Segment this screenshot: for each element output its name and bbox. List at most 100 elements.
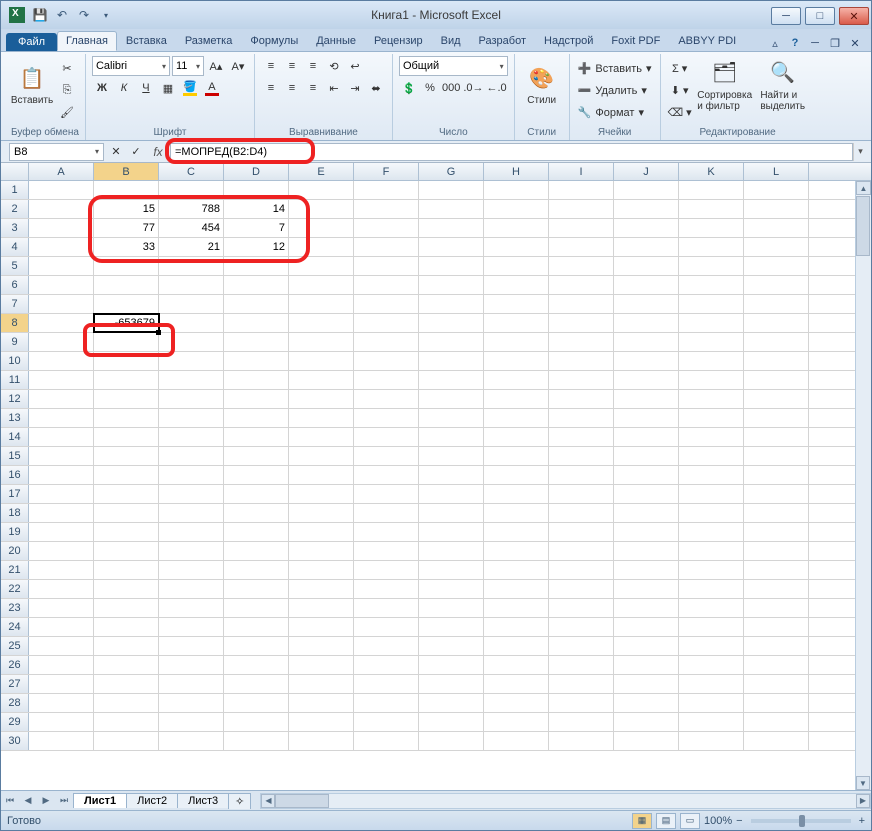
- cell-D12[interactable]: [224, 390, 289, 408]
- cell-C6[interactable]: [159, 276, 224, 294]
- app-icon[interactable]: [9, 7, 25, 23]
- row-header-20[interactable]: 20: [1, 542, 29, 560]
- cell-J24[interactable]: [614, 618, 679, 636]
- cell-I15[interactable]: [549, 447, 614, 465]
- vertical-scrollbar[interactable]: ▲ ▼: [855, 181, 871, 790]
- row-header-22[interactable]: 22: [1, 580, 29, 598]
- cell-F18[interactable]: [354, 504, 419, 522]
- fill-icon[interactable]: ⬇ ▾: [667, 81, 693, 101]
- cell-G17[interactable]: [419, 485, 484, 503]
- cell-G28[interactable]: [419, 694, 484, 712]
- cell-K16[interactable]: [679, 466, 744, 484]
- cell-L24[interactable]: [744, 618, 809, 636]
- cell-C29[interactable]: [159, 713, 224, 731]
- cell-D10[interactable]: [224, 352, 289, 370]
- wrap-text-icon[interactable]: ↩: [345, 56, 365, 76]
- cell-E3[interactable]: [289, 219, 354, 237]
- cell-D9[interactable]: [224, 333, 289, 351]
- cell-H4[interactable]: [484, 238, 549, 256]
- cell-L5[interactable]: [744, 257, 809, 275]
- cell-D20[interactable]: [224, 542, 289, 560]
- cell-I17[interactable]: [549, 485, 614, 503]
- cell-B25[interactable]: [94, 637, 159, 655]
- cell-H6[interactable]: [484, 276, 549, 294]
- doc-restore-icon[interactable]: ❐: [827, 35, 843, 51]
- cell-F15[interactable]: [354, 447, 419, 465]
- cell-A24[interactable]: [29, 618, 94, 636]
- doc-close-icon[interactable]: ✕: [847, 35, 863, 51]
- cell-B7[interactable]: [94, 295, 159, 313]
- cell-F14[interactable]: [354, 428, 419, 446]
- row-header-1[interactable]: 1: [1, 181, 29, 199]
- grow-font-icon[interactable]: A▴: [206, 56, 226, 76]
- cell-A21[interactable]: [29, 561, 94, 579]
- cell-A5[interactable]: [29, 257, 94, 275]
- cell-C12[interactable]: [159, 390, 224, 408]
- cell-K8[interactable]: [679, 314, 744, 332]
- cell-F30[interactable]: [354, 732, 419, 750]
- cell-C19[interactable]: [159, 523, 224, 541]
- cell-L23[interactable]: [744, 599, 809, 617]
- maximize-button[interactable]: □: [805, 7, 835, 25]
- cell-J21[interactable]: [614, 561, 679, 579]
- align-top-icon[interactable]: ≡: [261, 56, 281, 76]
- new-sheet-button[interactable]: ✧: [228, 793, 251, 809]
- row-header-23[interactable]: 23: [1, 599, 29, 617]
- cell-H17[interactable]: [484, 485, 549, 503]
- cell-J22[interactable]: [614, 580, 679, 598]
- align-left-icon[interactable]: ≡: [261, 78, 281, 98]
- cell-L19[interactable]: [744, 523, 809, 541]
- cell-B27[interactable]: [94, 675, 159, 693]
- cell-B21[interactable]: [94, 561, 159, 579]
- cell-C28[interactable]: [159, 694, 224, 712]
- cell-K4[interactable]: [679, 238, 744, 256]
- cell-F23[interactable]: [354, 599, 419, 617]
- cell-K12[interactable]: [679, 390, 744, 408]
- cell-D28[interactable]: [224, 694, 289, 712]
- cell-D29[interactable]: [224, 713, 289, 731]
- cell-A2[interactable]: [29, 200, 94, 218]
- align-middle-icon[interactable]: ≡: [282, 56, 302, 76]
- cell-K15[interactable]: [679, 447, 744, 465]
- col-header-A[interactable]: A: [29, 163, 94, 180]
- cell-B3[interactable]: 77: [94, 219, 159, 237]
- currency-icon[interactable]: 💲: [399, 78, 419, 98]
- cancel-formula-icon[interactable]: ✕: [106, 142, 126, 162]
- cell-F17[interactable]: [354, 485, 419, 503]
- cell-L26[interactable]: [744, 656, 809, 674]
- cell-I1[interactable]: [549, 181, 614, 199]
- cell-E14[interactable]: [289, 428, 354, 446]
- cell-G22[interactable]: [419, 580, 484, 598]
- cell-F13[interactable]: [354, 409, 419, 427]
- align-center-icon[interactable]: ≡: [282, 78, 302, 98]
- cell-B11[interactable]: [94, 371, 159, 389]
- cell-D6[interactable]: [224, 276, 289, 294]
- cell-D11[interactable]: [224, 371, 289, 389]
- styles-button[interactable]: 🎨 Стили: [521, 56, 563, 114]
- cell-G16[interactable]: [419, 466, 484, 484]
- cell-F11[interactable]: [354, 371, 419, 389]
- tab-view[interactable]: Вид: [432, 31, 470, 51]
- cell-E10[interactable]: [289, 352, 354, 370]
- name-box[interactable]: B8▾: [9, 143, 104, 161]
- cell-C26[interactable]: [159, 656, 224, 674]
- tab-data[interactable]: Данные: [307, 31, 365, 51]
- cell-F9[interactable]: [354, 333, 419, 351]
- cell-K27[interactable]: [679, 675, 744, 693]
- orientation-icon[interactable]: ⟲: [324, 56, 344, 76]
- row-header-29[interactable]: 29: [1, 713, 29, 731]
- cell-D7[interactable]: [224, 295, 289, 313]
- sort-filter-button[interactable]: 🗂 Сортировка и фильтр: [697, 56, 753, 114]
- cell-A6[interactable]: [29, 276, 94, 294]
- cell-A13[interactable]: [29, 409, 94, 427]
- cell-E15[interactable]: [289, 447, 354, 465]
- cell-C15[interactable]: [159, 447, 224, 465]
- cell-D21[interactable]: [224, 561, 289, 579]
- col-header-H[interactable]: H: [484, 163, 549, 180]
- doc-minimize-icon[interactable]: ─: [807, 35, 823, 51]
- cell-C3[interactable]: 454: [159, 219, 224, 237]
- cell-F29[interactable]: [354, 713, 419, 731]
- cell-I3[interactable]: [549, 219, 614, 237]
- cell-D19[interactable]: [224, 523, 289, 541]
- cell-A16[interactable]: [29, 466, 94, 484]
